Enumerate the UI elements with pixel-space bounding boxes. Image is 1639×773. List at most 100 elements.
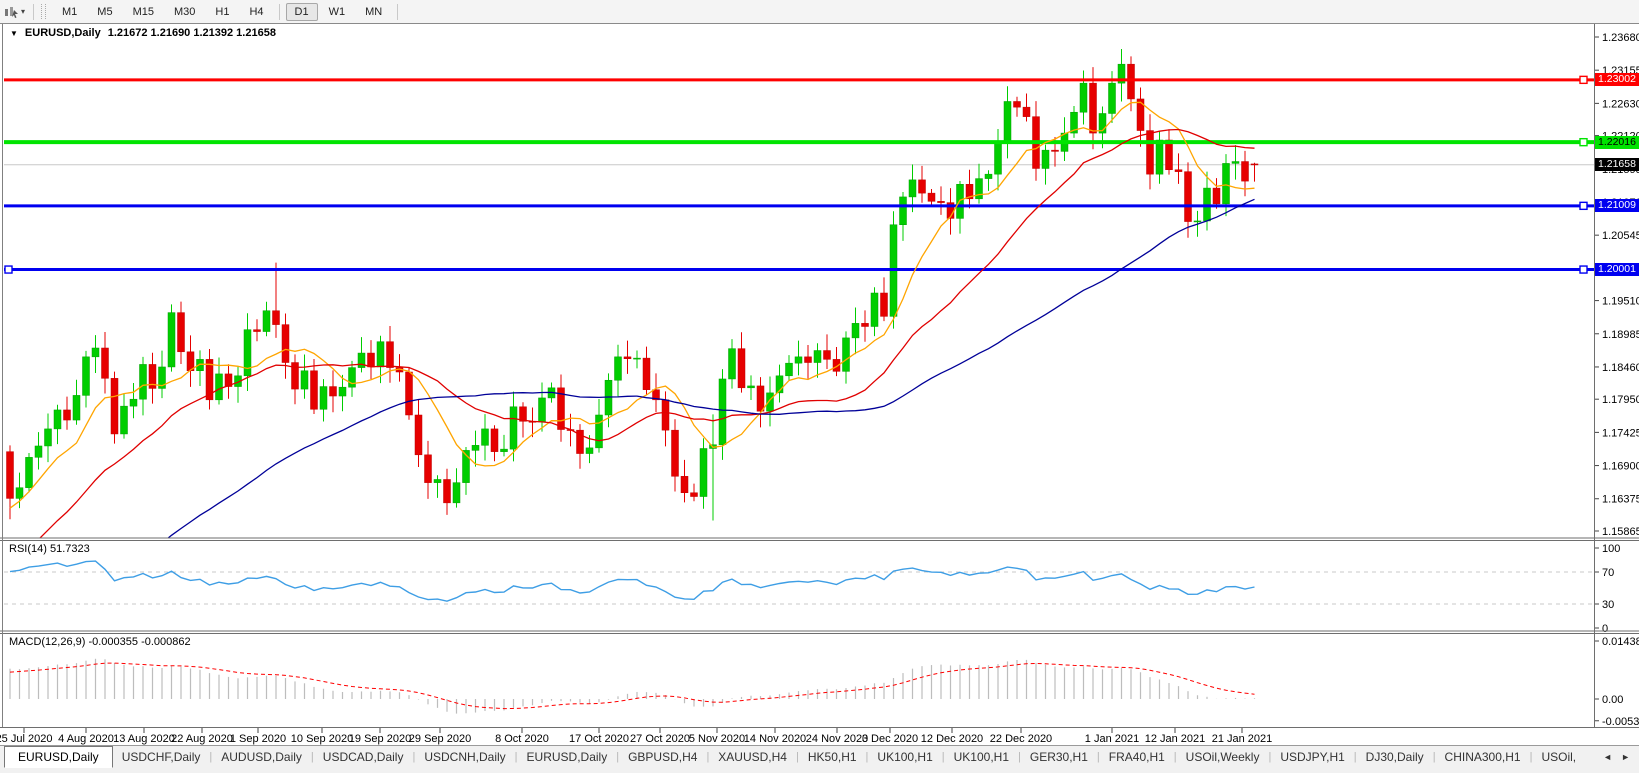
candle-body: [121, 406, 128, 434]
chart-cursor-icon[interactable]: [2, 4, 20, 20]
candle-body: [624, 357, 631, 359]
chart-canvas: 1.236801.231551.226301.221201.215951.210…: [0, 0, 1639, 745]
candle-body: [881, 293, 888, 316]
main-price-panel: [4, 49, 1594, 645]
candle-body: [700, 448, 707, 496]
candle-body: [938, 201, 945, 202]
rsi-axis-label: 70: [1602, 567, 1614, 579]
date-axis-label: 12 Dec 2020: [921, 733, 983, 745]
tab-usdjpy-h1[interactable]: USDJPY,H1: [1271, 747, 1353, 767]
timeframe-button-m30[interactable]: M30: [165, 3, 204, 21]
status-strip: [0, 767, 1639, 773]
tab-scroll-arrows: ◄►: [1594, 752, 1639, 762]
date-axis-label: 25 Jul 2020: [0, 733, 52, 745]
candle-body: [339, 387, 346, 396]
candle-body: [909, 180, 916, 197]
tab-scroll-left-icon[interactable]: ◄: [1603, 752, 1612, 762]
tab-eurusd-daily[interactable]: EURUSD,Daily: [4, 746, 113, 768]
candle-body: [824, 351, 831, 360]
tab-usdchf-daily[interactable]: USDCHF,Daily: [113, 747, 210, 767]
tab-uk100-h1[interactable]: UK100,H1: [945, 747, 1018, 767]
tab-hk50-h1[interactable]: HK50,H1: [799, 747, 866, 767]
price-tag-1.23002: 1.23002: [1595, 73, 1639, 86]
candle-body: [282, 325, 289, 363]
price-axis-label: 1.17950: [1602, 394, 1639, 406]
candle-body: [1080, 83, 1087, 112]
candle-body: [1175, 170, 1182, 172]
tab-dj30-daily[interactable]: DJ30,Daily: [1357, 747, 1433, 767]
toolbar-grip[interactable]: [41, 4, 46, 19]
candle-body: [111, 378, 118, 434]
date-axis-label: 8 Oct 2020: [495, 733, 549, 745]
price-tag-1.21009: 1.21009: [1595, 199, 1639, 212]
timeframe-button-h1[interactable]: H1: [206, 3, 238, 21]
dropdown-caret-icon[interactable]: ▾: [21, 7, 25, 16]
tab-uk100-h1[interactable]: UK100,H1: [868, 747, 941, 767]
price-axis-label: 1.18985: [1602, 329, 1639, 341]
timeframe-button-w1[interactable]: W1: [320, 3, 355, 21]
tab-usdcad-daily[interactable]: USDCAD,Daily: [314, 747, 413, 767]
timeframe-button-m1[interactable]: M1: [53, 3, 86, 21]
macd-label: MACD(12,26,9) -0.000355 -0.000862: [9, 636, 191, 648]
candle-body: [843, 338, 850, 372]
date-axis-label: 19 Sep 2020: [349, 733, 411, 745]
date-axis-label: 27 Oct 2020: [630, 733, 690, 745]
candle-body: [501, 449, 508, 452]
candle-body: [320, 387, 327, 410]
candle-body: [140, 364, 147, 399]
tab-scroll-right-icon[interactable]: ►: [1621, 752, 1630, 762]
tab-usoil-weekly[interactable]: USOil,Weekly: [1177, 747, 1269, 767]
timeframe-button-m5[interactable]: M5: [88, 3, 121, 21]
candle-body: [1194, 221, 1201, 222]
tab-usoil-[interactable]: USOil,: [1532, 747, 1585, 767]
candle-body: [1109, 83, 1116, 113]
tab-fra40-h1[interactable]: FRA40,H1: [1100, 747, 1174, 767]
hline-handle-1.20001[interactable]: [1580, 266, 1587, 273]
timeframe-buttons: M1M5M15M30H1H4 D1W1MN: [52, 3, 403, 21]
candle-body: [1185, 172, 1192, 222]
tab-eurusd-daily[interactable]: EURUSD,Daily: [518, 747, 617, 767]
candle-body: [1232, 162, 1239, 164]
tab-ger30-h1[interactable]: GER30,H1: [1021, 747, 1097, 767]
candle-body: [786, 363, 793, 376]
candles: [7, 49, 1259, 521]
hline-handle-1.22016[interactable]: [1580, 139, 1587, 146]
candle-body: [1052, 150, 1059, 151]
date-axis-label: 22 Aug 2020: [171, 733, 233, 745]
collapse-triangle-icon[interactable]: ▼: [10, 29, 18, 38]
candle-body: [814, 351, 821, 363]
tab-audusd-daily[interactable]: AUDUSD,Daily: [212, 747, 311, 767]
tab-usdcnh-daily[interactable]: USDCNH,Daily: [415, 747, 514, 767]
tab-xauusd-h4[interactable]: XAUUSD,H4: [709, 747, 796, 767]
macd-axis-label: 0.00: [1602, 694, 1623, 706]
candle-body: [900, 197, 907, 225]
current-price-tag: 1.21658: [1595, 158, 1639, 171]
chart-ohlc-values: 1.21672 1.21690 1.21392 1.21658: [108, 27, 276, 39]
tab-china300-h1[interactable]: CHINA300,H1: [1436, 747, 1530, 767]
tab-gbpusd-h4[interactable]: GBPUSD,H4: [619, 747, 706, 767]
toolbar-separator: [33, 4, 34, 20]
candle-body: [1242, 162, 1249, 182]
hline-handle-1.21009[interactable]: [1580, 202, 1587, 209]
chart-symbol-title: EURUSD,Daily: [25, 27, 101, 39]
ma-fast-line: [10, 102, 1255, 508]
price-axis-label: 1.16375: [1602, 494, 1639, 506]
candle-body: [719, 379, 726, 445]
timeframe-button-h4[interactable]: H4: [240, 3, 272, 21]
candle-body: [1128, 64, 1135, 99]
candle-body: [672, 430, 679, 476]
candle-body: [862, 323, 869, 326]
timeframe-button-d1[interactable]: D1: [286, 3, 318, 21]
date-axis-label: 14 Nov 2020: [744, 733, 806, 745]
candle-body: [102, 348, 109, 378]
hline-handle-1.20001[interactable]: [5, 266, 12, 273]
hline-handle-1.23002[interactable]: [1580, 76, 1587, 83]
candle-body: [35, 446, 42, 457]
date-axis-label: 29 Sep 2020: [409, 733, 471, 745]
timeframe-button-m15[interactable]: M15: [124, 3, 163, 21]
timeframe-button-mn[interactable]: MN: [356, 3, 391, 21]
candle-body: [491, 429, 498, 452]
price-axis-label: 1.19510: [1602, 296, 1639, 308]
candle-body: [738, 349, 745, 388]
candle-body: [16, 488, 23, 499]
